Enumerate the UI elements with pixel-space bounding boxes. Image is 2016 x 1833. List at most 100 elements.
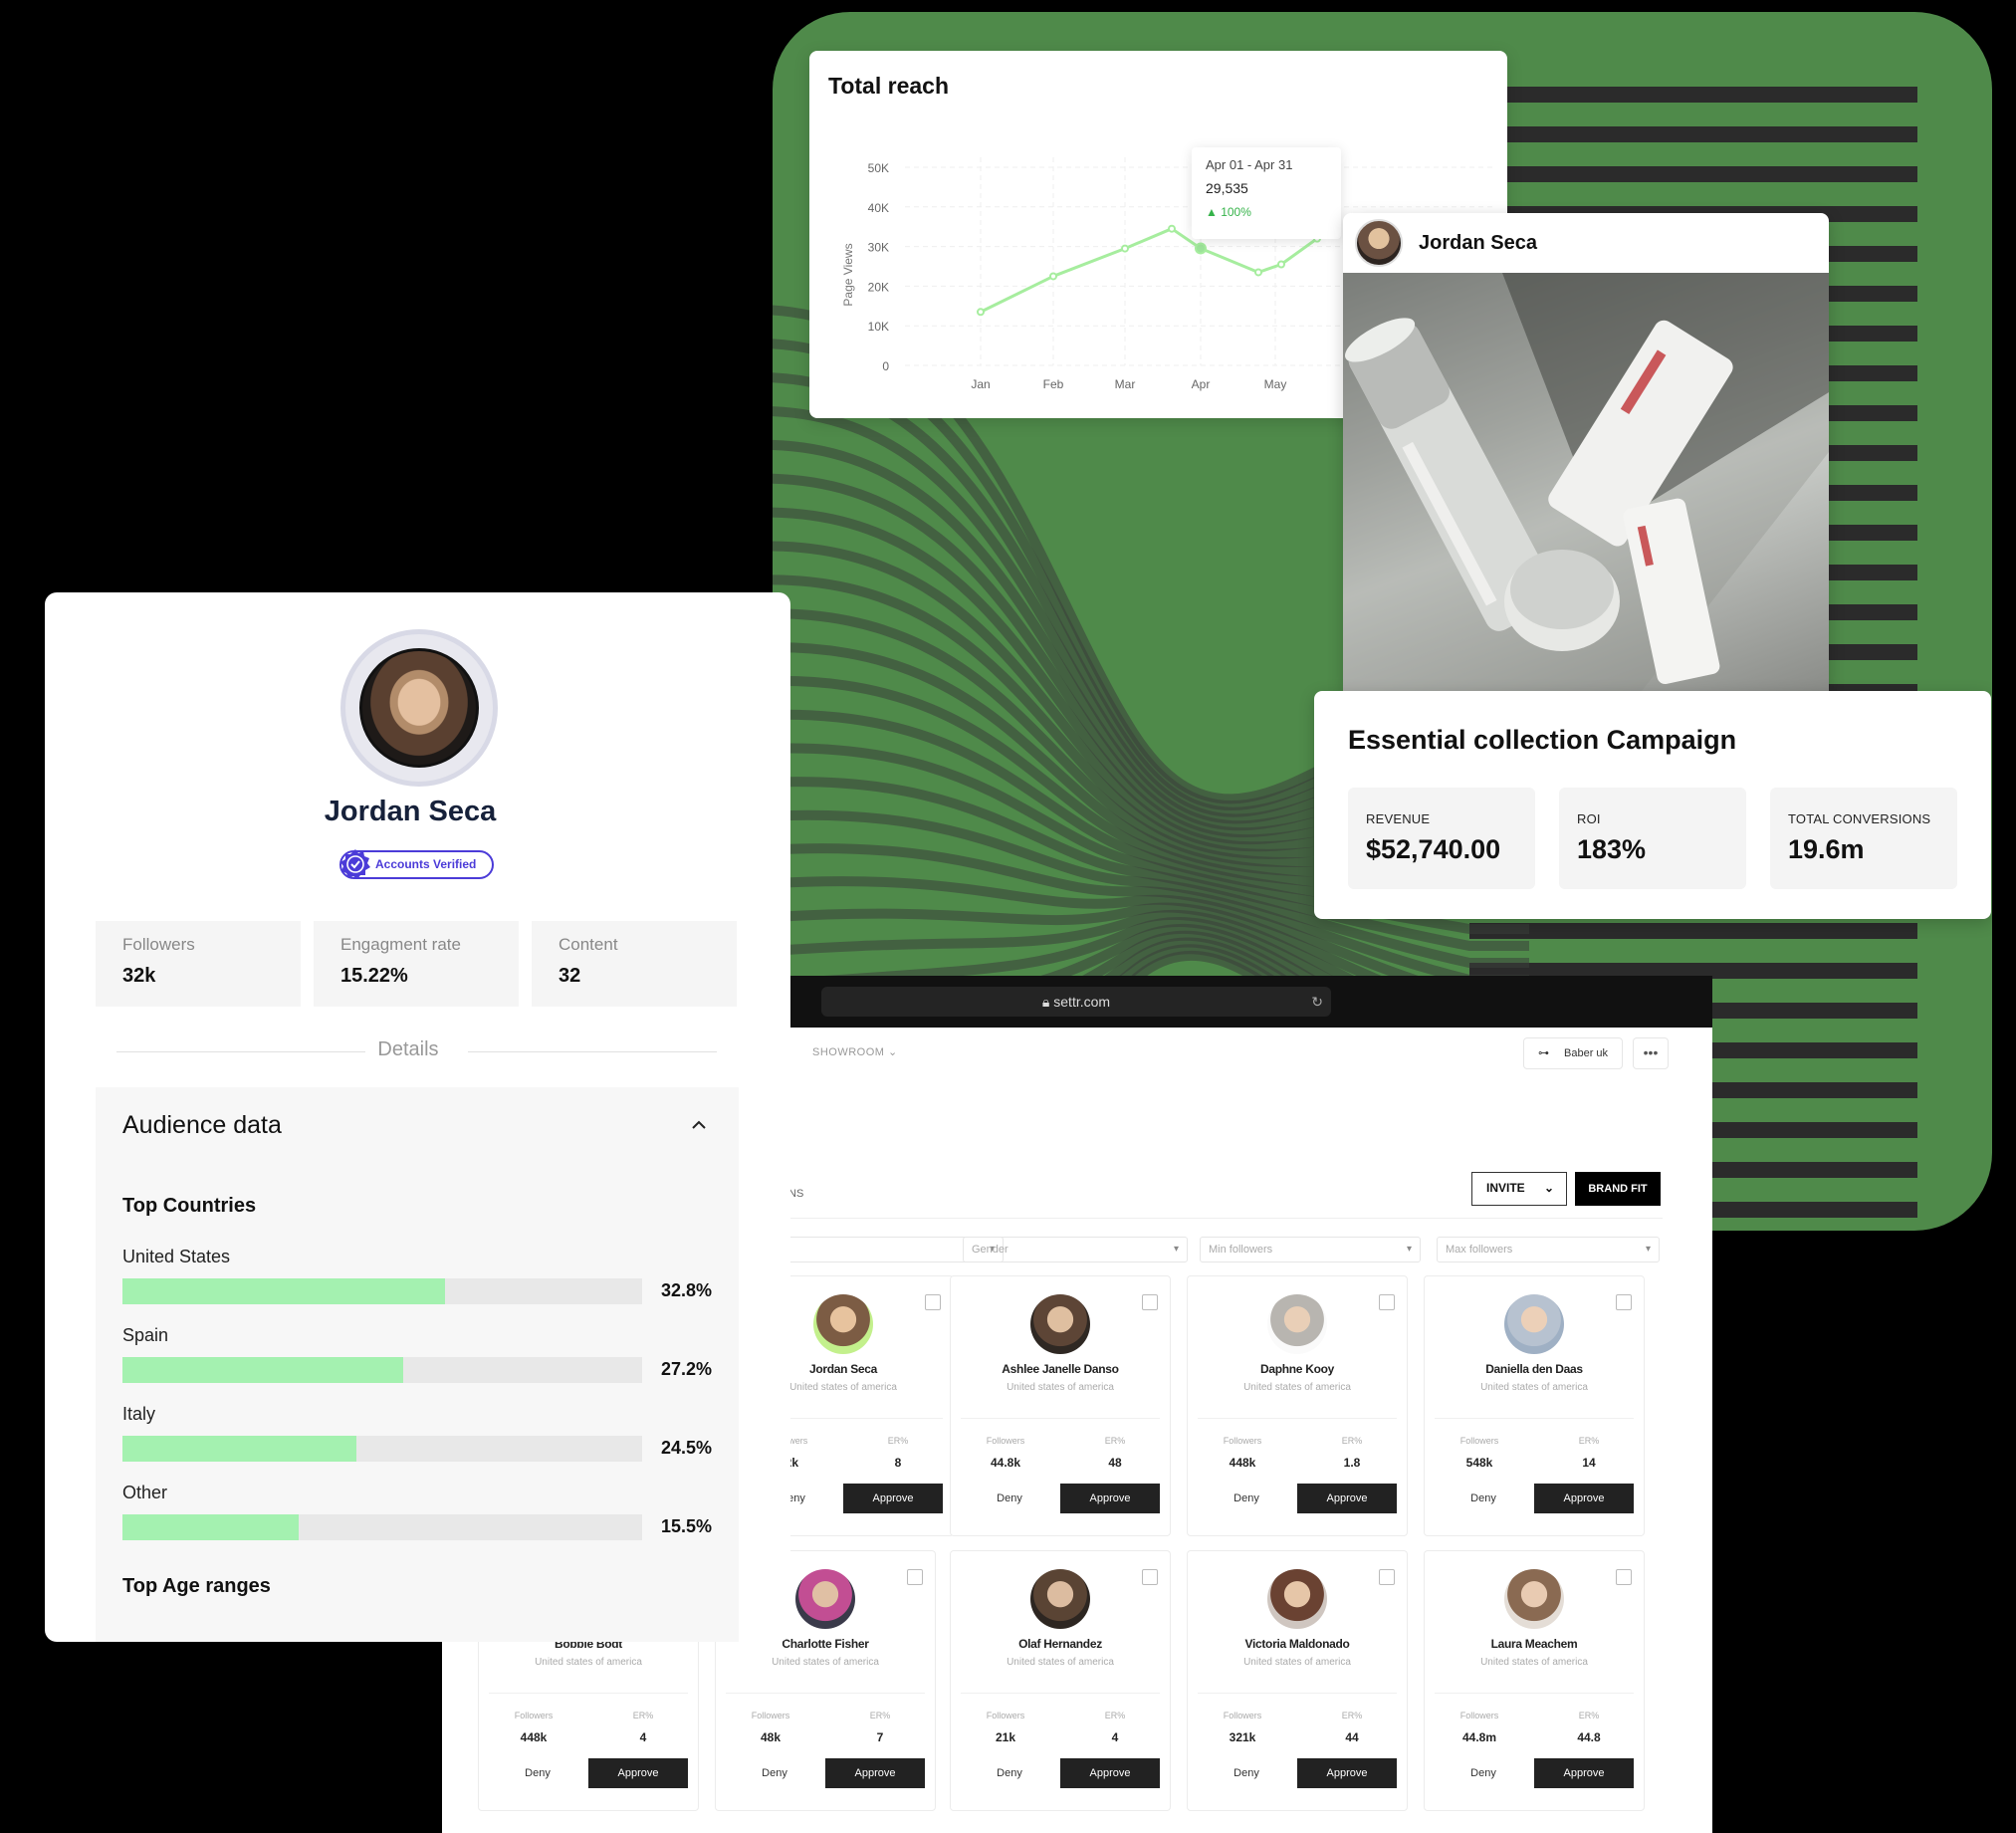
stat-label: ROI xyxy=(1577,811,1601,826)
progress-track xyxy=(122,1514,642,1540)
more-options-button[interactable]: ••• xyxy=(1633,1037,1669,1069)
select-checkbox[interactable] xyxy=(1616,1294,1632,1310)
approve-button[interactable]: Approve xyxy=(825,1758,925,1788)
followers-label: Followers xyxy=(1459,1436,1499,1446)
deny-button[interactable]: Deny xyxy=(726,1758,823,1788)
approve-button[interactable]: Approve xyxy=(588,1758,688,1788)
campaign-title: Essential collection Campaign xyxy=(1348,725,1737,755)
avatar xyxy=(1030,1294,1090,1354)
er-value: 44 xyxy=(1345,1730,1359,1744)
refresh-icon[interactable]: ↻ xyxy=(1311,987,1323,1017)
influencer-card[interactable]: Daphne Kooy United states of america Follo… xyxy=(1187,1275,1408,1536)
y-tick-label: 20K xyxy=(868,280,889,294)
audience-data-panel: Audience data Top Countries United State… xyxy=(96,1087,739,1642)
account-icon: ⊶ xyxy=(1538,1047,1549,1059)
x-tick-label: Feb xyxy=(1043,377,1064,391)
country-row: United States 32.8% xyxy=(122,1247,712,1304)
country-percent: 27.2% xyxy=(660,1359,712,1379)
address-bar[interactable]: 🔒︎ settr.com ↻ xyxy=(821,987,1331,1017)
select-checkbox[interactable] xyxy=(925,1294,941,1310)
avatar xyxy=(1355,219,1403,267)
followers-value: 448k xyxy=(1229,1456,1256,1470)
min-followers-filter[interactable]: Min followers ▾ xyxy=(1200,1237,1421,1262)
approve-button[interactable]: Approve xyxy=(1060,1484,1160,1513)
verified-label: Accounts Verified xyxy=(375,857,477,871)
avatar xyxy=(1504,1294,1564,1354)
x-tick-label: Apr xyxy=(1192,377,1211,391)
approve-button[interactable]: Approve xyxy=(1297,1758,1397,1788)
followers-stat: Followers 32k xyxy=(96,921,301,1007)
deny-button[interactable]: Deny xyxy=(1198,1758,1295,1788)
gender-filter[interactable]: Gender ▾ xyxy=(963,1237,1188,1262)
nav-showroom[interactable]: SHOWROOM ⌄ xyxy=(812,1045,898,1058)
progress-fill xyxy=(122,1278,445,1304)
er-value: 7 xyxy=(876,1730,884,1744)
post-card[interactable]: Jordan Seca xyxy=(1343,213,1829,691)
stat-value: 19.6m xyxy=(1788,834,1865,864)
select-checkbox[interactable] xyxy=(1142,1569,1158,1585)
select-checkbox[interactable] xyxy=(1379,1569,1395,1585)
approve-button[interactable]: Approve xyxy=(1534,1484,1634,1513)
chevron-down-icon: ▾ xyxy=(1645,1244,1651,1255)
approve-button[interactable]: Approve xyxy=(843,1484,943,1513)
x-tick-label: May xyxy=(1264,377,1287,391)
deny-button[interactable]: Deny xyxy=(961,1758,1058,1788)
followers-label: Followers xyxy=(1459,1711,1499,1720)
er-value: 14 xyxy=(1582,1456,1596,1470)
post-author-name: Jordan Seca xyxy=(1419,231,1537,254)
country-name: United States xyxy=(122,1247,231,1266)
tooltip-range: Apr 01 - Apr 31 xyxy=(1206,157,1293,172)
country-row: Other 15.5% xyxy=(122,1483,712,1540)
er-value: 1.8 xyxy=(1343,1456,1361,1470)
tooltip-value: 29,535 xyxy=(1206,180,1248,196)
divider xyxy=(1435,1693,1634,1694)
approve-button[interactable]: Approve xyxy=(1297,1484,1397,1513)
er-value: 4 xyxy=(639,1730,647,1744)
select-checkbox[interactable] xyxy=(907,1569,923,1585)
er-value: 8 xyxy=(894,1456,902,1470)
filter-label: Gender xyxy=(972,1244,1008,1256)
influencer-card[interactable]: Ashlee Janelle Danso United states of ame… xyxy=(950,1275,1171,1536)
verified-badge: Accounts Verified xyxy=(339,849,494,879)
tab-fragment[interactable]: NS xyxy=(788,1188,803,1200)
account-button[interactable]: ⊶ Baber uk xyxy=(1523,1037,1623,1069)
filter-label: Min followers xyxy=(1209,1244,1273,1256)
influencer-name: Victoria Maldonado xyxy=(1244,1637,1350,1651)
filter-label: Max followers xyxy=(1446,1244,1513,1256)
influencer-location: United states of america xyxy=(535,1657,642,1668)
influencer-card[interactable]: Olaf Hernandez United states of america Fo… xyxy=(950,1550,1171,1811)
divider xyxy=(961,1418,1160,1419)
divider xyxy=(489,1693,688,1694)
stat-label: REVENUE xyxy=(1366,811,1431,826)
influencer-location: United states of america xyxy=(1243,1657,1351,1668)
chevron-down-icon: ▾ xyxy=(1406,1244,1412,1255)
divider xyxy=(1198,1693,1397,1694)
avatar xyxy=(813,1294,873,1354)
followers-label: Followers xyxy=(986,1711,1025,1720)
deny-button[interactable]: Deny xyxy=(489,1758,586,1788)
deny-button[interactable]: Deny xyxy=(961,1484,1058,1513)
influencer-name: Daphne Kooy xyxy=(1259,1362,1335,1376)
content-stat: Content 32 xyxy=(532,921,737,1007)
data-point xyxy=(977,308,985,317)
influencer-location: United states of america xyxy=(1480,1382,1588,1393)
er-value: 4 xyxy=(1111,1730,1119,1744)
deny-button[interactable]: Deny xyxy=(1435,1758,1532,1788)
max-followers-filter[interactable]: Max followers ▾ xyxy=(1437,1237,1660,1262)
approve-button[interactable]: Approve xyxy=(1534,1758,1634,1788)
approve-button[interactable]: Approve xyxy=(1060,1758,1160,1788)
influencer-card[interactable]: Victoria Maldonado United states of ameri… xyxy=(1187,1550,1408,1811)
invite-button[interactable]: INVITE ⌄ xyxy=(1471,1172,1567,1206)
influencer-card[interactable]: Laura Meachem United states of america Fol… xyxy=(1424,1550,1645,1811)
chevron-up-icon[interactable] xyxy=(689,1115,709,1135)
select-checkbox[interactable] xyxy=(1142,1294,1158,1310)
deny-button[interactable]: Deny xyxy=(1198,1484,1295,1513)
select-checkbox[interactable] xyxy=(1616,1569,1632,1585)
brand-fit-button[interactable]: BRAND FIT xyxy=(1575,1172,1661,1206)
deny-button[interactable]: Deny xyxy=(1435,1484,1532,1513)
top-countries-heading: Top Countries xyxy=(122,1195,257,1217)
influencer-name: Daniella den Daas xyxy=(1485,1362,1583,1376)
select-checkbox[interactable] xyxy=(1379,1294,1395,1310)
country-name: Spain xyxy=(122,1325,169,1345)
influencer-card[interactable]: Daniella den Daas United states of americ… xyxy=(1424,1275,1645,1536)
